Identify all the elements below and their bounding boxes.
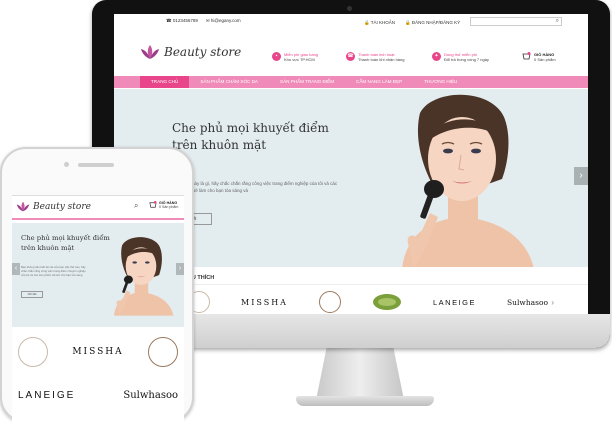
mobile-hero-text: Bạn không cần biết làn da của bạn xấu th…: [21, 265, 86, 278]
site-logo[interactable]: Beauty store: [140, 44, 241, 60]
mobile-model-photo: [114, 237, 174, 316]
email-link[interactable]: ✉ hi@egany.com: [206, 18, 241, 24]
feature-free-trial: ✦ Dùng thử miễn phí Đổi trả trong vòng 7 …: [432, 52, 489, 62]
account-links: 🔒 TÀI KHOẢN 🔒 ĐĂNG NHẬP/ĐĂNG KÝ: [364, 20, 460, 26]
brand-sulwhasoo[interactable]: Sulwhasoo: [123, 390, 178, 401]
brand-herbal-logo[interactable]: [372, 293, 402, 311]
account-label: TÀI KHOẢN: [370, 20, 396, 25]
login-label: ĐĂNG NHẬP/ĐĂNG KÝ: [411, 20, 461, 25]
phone-speaker: [78, 163, 114, 167]
cart-sub-label: Sản phẩm: [162, 205, 179, 209]
monitor-stand-base: [296, 396, 434, 406]
brand-carousel: MISSHA LANEIGE Sulwhasoo: [188, 288, 548, 314]
brand-laneige[interactable]: LANEIGE: [433, 298, 476, 307]
mobile-nav-bar[interactable]: [12, 218, 184, 220]
phone-link[interactable]: ☎ 0123456789: [166, 18, 198, 24]
desktop-header: ☎ 0123456789 ✉ hi@egany.com 🔒 TÀI KHOẢN …: [114, 14, 588, 78]
cart-sub-label: Sản phẩm: [537, 57, 556, 62]
mobile-hero-detail-button[interactable]: Chi tiết: [21, 291, 43, 298]
mobile-cart-button[interactable]: GIỎ HÀNG 0 Sản phẩm: [149, 201, 178, 209]
brands-next-icon[interactable]: ›: [551, 298, 554, 307]
truck-icon: ▪: [272, 52, 281, 61]
cart-icon: [149, 201, 157, 208]
cart-count: 0: [159, 205, 161, 209]
mobile-logo[interactable]: Beauty store: [16, 201, 91, 212]
hero-title: Che phủ mọi khuyết điểm trên khuôn mặt: [172, 120, 382, 154]
brand-missha[interactable]: MISSHA: [241, 298, 288, 307]
brand-skinfood-logo[interactable]: [147, 337, 178, 367]
brand-sulwhasoo[interactable]: Sulwhasoo: [507, 298, 548, 307]
brand-missha[interactable]: MISSHA: [72, 347, 123, 357]
search-icon[interactable]: ⌕: [556, 18, 559, 25]
cart-button[interactable]: GIỎ HÀNG 0 Sản phẩm: [522, 52, 556, 62]
cart-icon: [522, 52, 531, 60]
brand-seal-logo[interactable]: [18, 337, 48, 367]
phone-number: 0123456789: [172, 18, 198, 23]
hero-prev-arrow-icon[interactable]: ‹: [12, 263, 20, 275]
feature-sub: Thanh toán khi nhận hàng: [358, 57, 405, 62]
device-mockup: ☎ 0123456789 ✉ hi@egany.com 🔒 TÀI KHOẢN …: [0, 0, 612, 423]
logo-text: Beauty store: [164, 45, 242, 59]
cart-count: 0: [534, 57, 537, 62]
cart-sub: 0 Sản phẩm: [159, 205, 178, 209]
feature-sub: Đổi trả trong vòng 7 ngày: [444, 57, 489, 62]
account-link[interactable]: 🔒 TÀI KHOẢN: [364, 20, 395, 26]
model-photo: [402, 94, 534, 267]
mobile-logo-text: Beauty store: [33, 201, 91, 212]
hero-title-line2: trên khuôn mặt: [21, 244, 75, 252]
phone-icon: ☎: [346, 52, 355, 61]
email-address: hi@egany.com: [210, 18, 241, 23]
nav-home[interactable]: TRANG CHỦ: [140, 76, 190, 88]
main-nav: TRANG CHỦ SẢN PHẨM CHĂM SÓC DA SẢN PHẨM …: [114, 76, 588, 88]
nav-skincare[interactable]: SẢN PHẨM CHĂM SÓC DA: [189, 76, 269, 88]
nav-brands[interactable]: THƯƠNG HIỆU: [413, 76, 468, 88]
brand-laneige[interactable]: LANEIGE: [18, 390, 75, 401]
feature-sub: Khu vực TP.HCM: [284, 57, 315, 62]
phone-camera-icon: [64, 162, 69, 167]
nav-beauty-guide[interactable]: CẨM NANG LÀM ĐẸP: [345, 76, 413, 88]
search-icon[interactable]: ⌕: [134, 201, 138, 211]
hero-title-line2: trên khuôn mặt: [172, 138, 267, 152]
camera-icon: [347, 6, 352, 11]
gift-icon: ✦: [432, 52, 441, 61]
hero-text: nhân đẹp này là gì, hãy chắc chắn rằng c…: [172, 181, 338, 193]
hero-title-line1: Che phủ mọi khuyết điểm: [172, 121, 329, 135]
feature-free-shipping: ▪ Miễn phí giao hàng Khu vực TP.HCM: [272, 52, 318, 62]
lotus-icon: [16, 201, 30, 212]
hero-next-arrow-icon[interactable]: ›: [574, 167, 588, 185]
monitor-stand-neck: [316, 348, 404, 400]
login-link[interactable]: 🔒 ĐĂNG NHẬP/ĐĂNG KÝ: [405, 20, 460, 26]
brand-skinfood-logo[interactable]: [318, 291, 341, 313]
feature-payment: ☎ Thanh toán linh hoạt Thanh toán khi nhậ…: [346, 52, 404, 62]
mobile-brand-row: MISSHA: [18, 335, 178, 369]
nav-makeup[interactable]: SẢN PHẨM TRANG ĐIỂM: [269, 76, 345, 88]
contact-bar: ☎ 0123456789 ✉ hi@egany.com: [166, 18, 241, 24]
mobile-phone: Beauty store ⌕ GIỎ HÀNG 0 Sản phẩm Che ph…: [0, 147, 194, 423]
search-input[interactable]: ⌕: [470, 17, 562, 26]
mobile-screen: Beauty store ⌕ GIỎ HÀNG 0 Sản phẩm Che ph…: [12, 195, 184, 423]
cart-sub: 0 Sản phẩm: [534, 57, 556, 62]
lotus-icon: [141, 45, 159, 59]
mobile-brand-row: LANEIGE Sulwhasoo: [18, 382, 178, 408]
mobile-hero-banner: Che phủ mọi khuyết điểm trên khuôn mặt Bạ…: [12, 223, 184, 327]
hero-next-arrow-icon[interactable]: ›: [176, 263, 184, 275]
